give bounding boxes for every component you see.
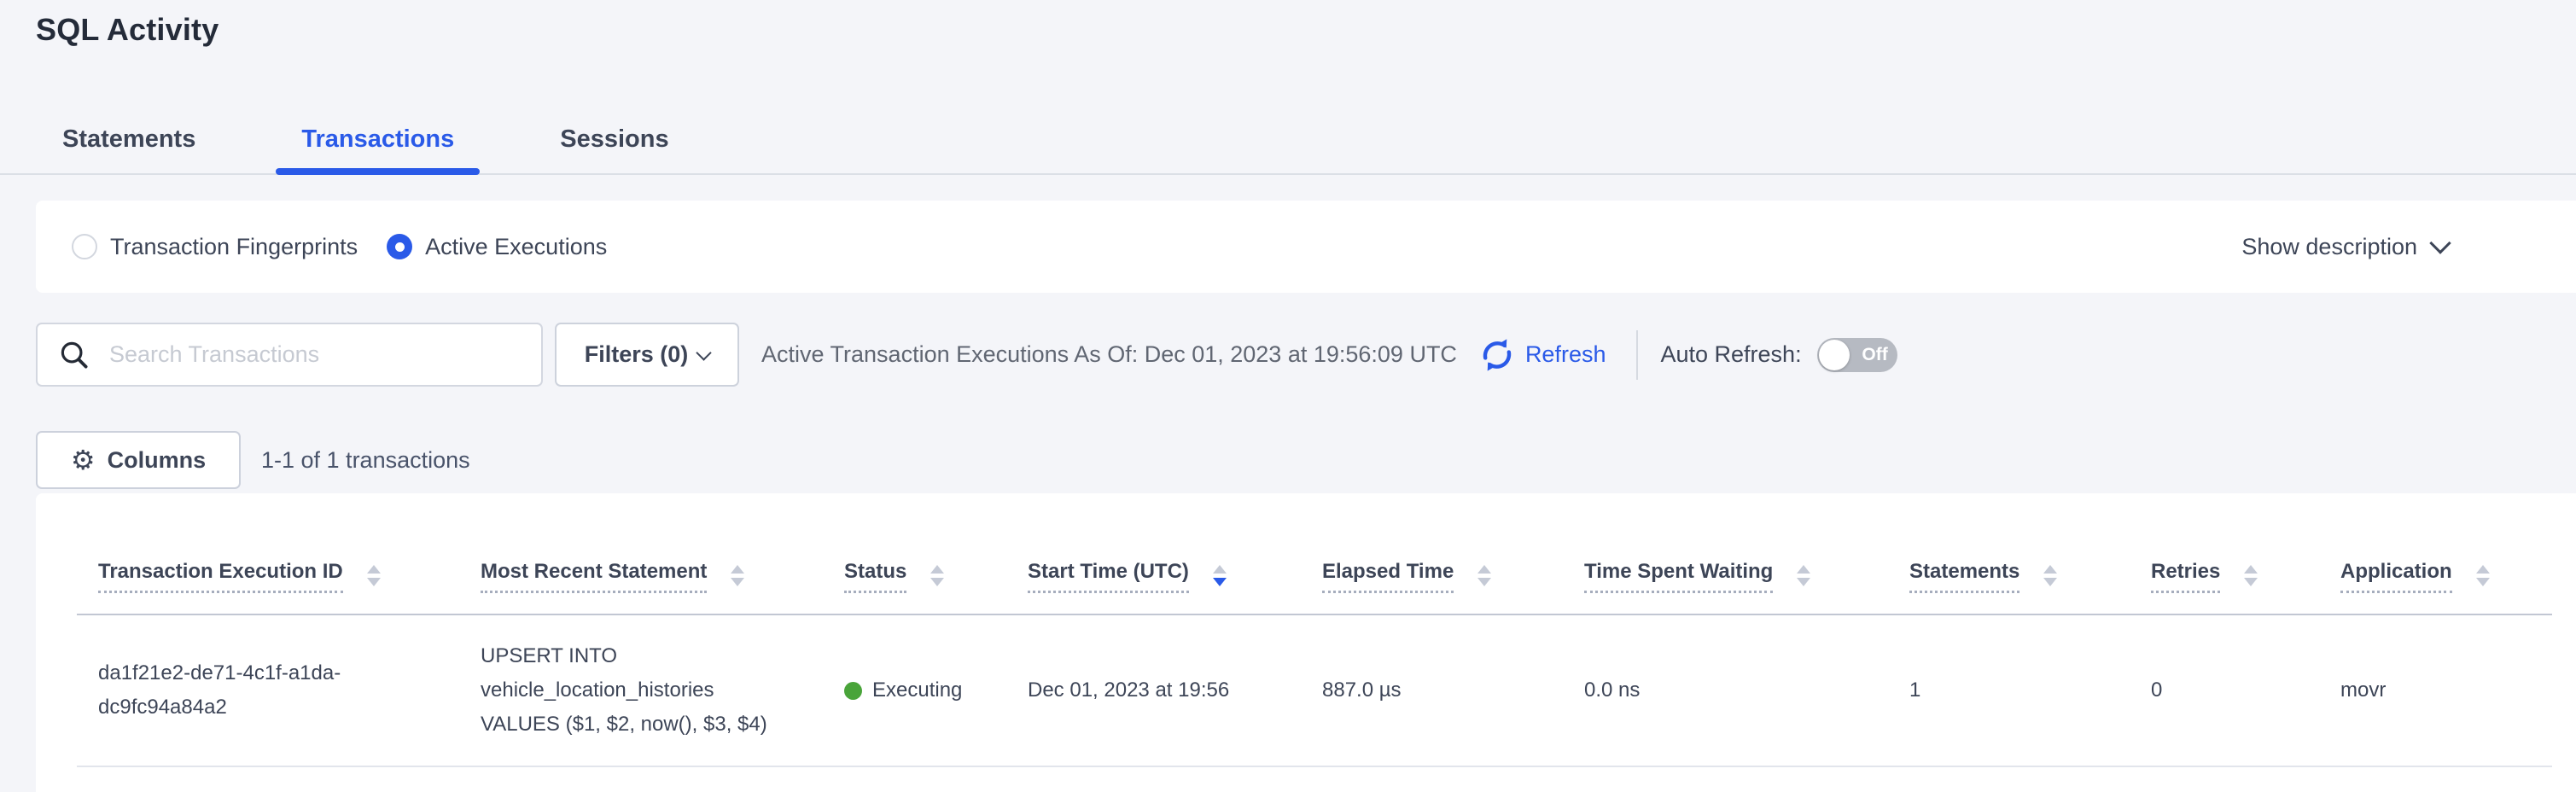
as-of-text: Active Transaction Executions As Of: Dec… (761, 341, 1457, 368)
sort-up-icon (2476, 565, 2490, 574)
column-header-application[interactable]: Application (2319, 493, 2552, 614)
search-icon (58, 339, 90, 371)
show-description-label: Show description (2241, 234, 2417, 260)
cell-time-spent-waiting: 0.0 ns (1563, 614, 1888, 766)
sort-arrows-icon (367, 565, 381, 586)
column-header-statements[interactable]: Statements (1888, 493, 2130, 614)
tab-transactions[interactable]: Transactions (276, 109, 480, 175)
sort-down-icon (2244, 578, 2258, 586)
sort-down-icon (731, 578, 744, 586)
cell-application: movr (2319, 614, 2552, 766)
show-description-toggle[interactable]: Show description (2241, 234, 2448, 260)
radio-label-active-executions: Active Executions (425, 234, 607, 260)
tab-statements[interactable]: Statements (37, 109, 221, 175)
sort-down-icon (930, 578, 944, 586)
filters-label: Filters (0) (585, 341, 689, 368)
radio-selected-icon (387, 234, 412, 259)
sort-down-icon (1213, 578, 1227, 586)
cell-status: Executing (823, 614, 1006, 766)
table-controls: ⚙ Columns 1-1 of 1 transactions (36, 431, 470, 489)
sort-up-icon (2244, 565, 2258, 574)
toolbar: Filters (0) Active Transaction Execution… (36, 323, 2576, 387)
view-mode-card: Transaction Fingerprints Active Executio… (36, 201, 2576, 293)
chevron-down-icon (2429, 232, 2451, 253)
sort-down-icon (2043, 578, 2057, 586)
tab-sessions[interactable]: Sessions (534, 109, 694, 175)
results-count: 1-1 of 1 transactions (261, 447, 470, 474)
cell-transaction-execution-id: da1f21e2-de71-4c1f-a1da-dc9fc94a84a2 (77, 614, 459, 766)
table-row: da1f21e2-de71-4c1f-a1da-dc9fc94a84a2UPSE… (77, 614, 2552, 766)
page-title: SQL Activity (36, 12, 219, 48)
sort-up-icon (1213, 565, 1227, 574)
sort-arrows-icon (1477, 565, 1491, 586)
sort-arrows-icon (1797, 565, 1810, 586)
cell-retries: 0 (2130, 614, 2319, 766)
column-header-transaction-execution-id[interactable]: Transaction Execution ID (77, 493, 459, 614)
sort-up-icon (1477, 565, 1491, 574)
table-header-row: Transaction Execution ID Most Recent Stat… (77, 493, 2552, 614)
search-box (36, 323, 543, 387)
sort-arrows-icon (2476, 565, 2490, 586)
column-label: Transaction Execution ID (98, 560, 343, 593)
sort-arrows-icon (930, 565, 944, 586)
radio-label-transaction-fingerprints: Transaction Fingerprints (110, 234, 358, 260)
column-header-time-spent-waiting[interactable]: Time Spent Waiting (1563, 493, 1888, 614)
sort-up-icon (2043, 565, 2057, 574)
sort-arrows-icon (731, 565, 744, 586)
column-label: Application (2340, 560, 2452, 593)
sort-up-icon (367, 565, 381, 574)
column-label: Retries (2151, 560, 2220, 593)
sort-down-icon (1797, 578, 1810, 586)
toggle-state-label: Off (1853, 338, 1897, 372)
column-header-status[interactable]: Status (823, 493, 1006, 614)
sort-down-icon (2476, 578, 2490, 586)
search-input[interactable] (108, 341, 541, 369)
tab-bar: Statements Transactions Sessions (37, 109, 749, 175)
sort-down-icon (367, 578, 381, 586)
cell-start-time: Dec 01, 2023 at 19:56 (1006, 614, 1301, 766)
filters-button[interactable]: Filters (0) (555, 323, 739, 387)
status-label: Executing (872, 673, 962, 708)
auto-refresh-toggle[interactable]: Off (1817, 338, 1897, 372)
radio-active-executions[interactable]: Active Executions (387, 234, 607, 260)
column-label: Most Recent Statement (481, 560, 707, 593)
status-dot (844, 682, 862, 700)
column-label: Time Spent Waiting (1584, 560, 1773, 593)
refresh-icon (1477, 335, 1517, 375)
columns-label: Columns (108, 447, 207, 474)
sort-down-icon (1477, 578, 1491, 586)
cell-statements: 1 (1888, 614, 2130, 766)
sort-up-icon (1797, 565, 1810, 574)
gear-icon: ⚙ (71, 446, 96, 474)
sort-arrows-icon (2244, 565, 2258, 586)
sort-arrows-icon (2043, 565, 2057, 586)
auto-refresh-label: Auto Refresh: (1660, 341, 1801, 368)
column-label: Statements (1909, 560, 2019, 593)
column-label: Elapsed Time (1322, 560, 1454, 593)
sort-arrows-icon (1213, 565, 1227, 586)
sort-up-icon (930, 565, 944, 574)
refresh-button[interactable]: Refresh (1477, 335, 1606, 375)
cell-elapsed-time: 887.0 µs (1301, 614, 1563, 766)
chevron-down-icon (696, 345, 712, 360)
column-header-elapsed-time[interactable]: Elapsed Time (1301, 493, 1563, 614)
column-header-retries[interactable]: Retries (2130, 493, 2319, 614)
view-mode-radio-group: Transaction Fingerprints Active Executio… (72, 234, 607, 260)
column-label: Start Time (UTC) (1028, 560, 1189, 593)
column-header-most-recent-statement[interactable]: Most Recent Statement (459, 493, 823, 614)
columns-button[interactable]: ⚙ Columns (36, 431, 241, 489)
toggle-knob (1819, 340, 1850, 370)
transactions-table: Transaction Execution ID Most Recent Stat… (77, 493, 2552, 767)
column-header-start-time-utc[interactable]: Start Time (UTC) (1006, 493, 1301, 614)
toolbar-divider (1636, 330, 1638, 380)
radio-transaction-fingerprints[interactable]: Transaction Fingerprints (72, 234, 358, 260)
sort-up-icon (731, 565, 744, 574)
refresh-label: Refresh (1525, 341, 1606, 368)
transactions-table-card: Transaction Execution ID Most Recent Stat… (36, 493, 2576, 792)
cell-most-recent-statement: UPSERT INTO vehicle_location_histories V… (459, 614, 823, 766)
radio-unselected-icon (72, 234, 97, 259)
column-label: Status (844, 560, 906, 593)
